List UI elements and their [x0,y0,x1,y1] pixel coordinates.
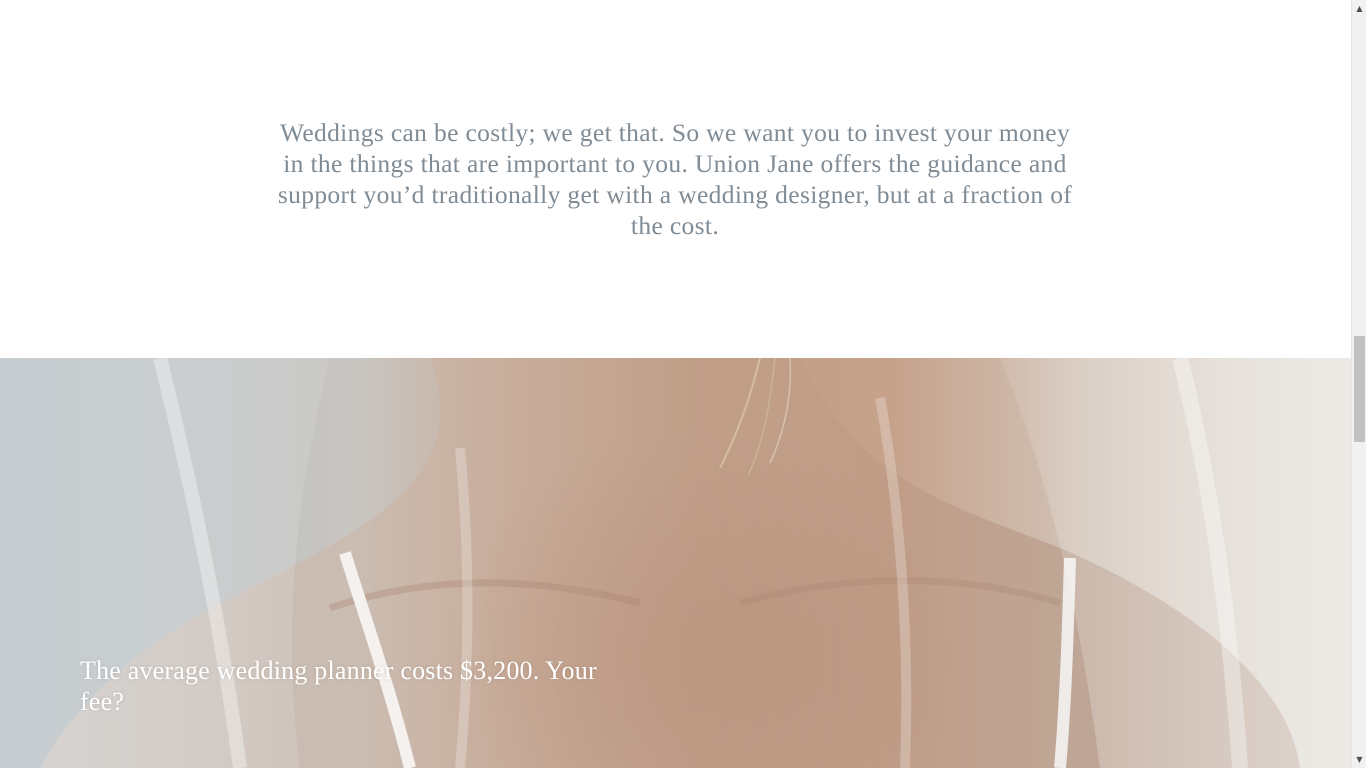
intro-paragraph: Weddings can be costly; we get that. So … [277,118,1073,240]
page: Weddings can be costly; we get that. So … [0,0,1351,768]
intro-section: Weddings can be costly; we get that. So … [0,0,1351,358]
hero-banner: The average wedding planner costs $3,200… [0,358,1351,768]
scroll-up-arrow-icon[interactable]: ▲ [1352,0,1366,17]
vertical-scrollbar[interactable]: ▲ ▼ [1351,0,1366,768]
scroll-down-arrow-icon[interactable]: ▼ [1352,751,1366,768]
hero-heading: The average wedding planner costs $3,200… [80,656,597,716]
scrollbar-thumb[interactable] [1354,336,1365,442]
